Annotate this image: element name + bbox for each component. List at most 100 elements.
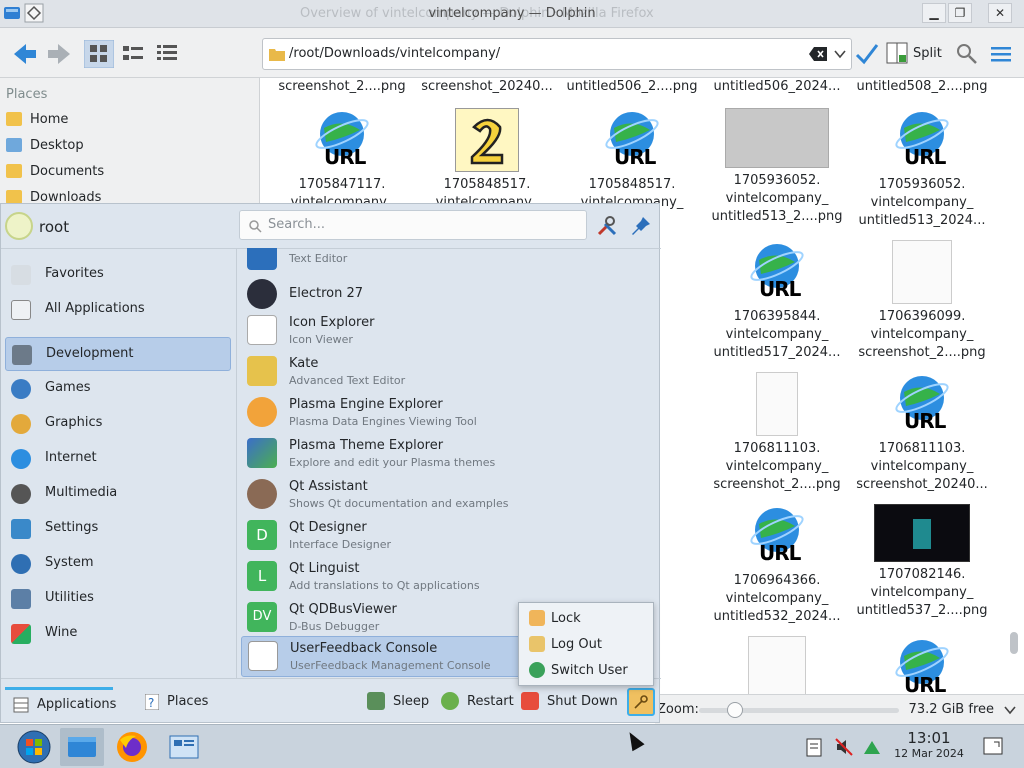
firefox-icon[interactable] — [110, 728, 154, 766]
show-desktop-icon[interactable] — [982, 735, 1004, 757]
app-electron[interactable]: Electron 27 — [241, 275, 645, 316]
file-item[interactable]: 1707082146. vintelcompany_ untitled537_2… — [852, 504, 992, 620]
chevron-down-icon[interactable] — [1004, 705, 1016, 715]
key-icon — [634, 695, 648, 709]
file-item[interactable]: URL — [852, 636, 992, 694]
category-internet[interactable]: Internet — [5, 442, 231, 476]
app-qt-assistant[interactable]: Qt Assistant Shows Qt documentation and … — [241, 475, 645, 516]
chevron-down-icon[interactable] — [833, 48, 847, 60]
minimize-icon[interactable]: ▁ — [922, 3, 946, 23]
tab-places[interactable]: ? Places — [141, 687, 221, 717]
app-kate[interactable]: Kate Advanced Text Editor — [241, 352, 645, 393]
pin-icon[interactable] — [629, 214, 653, 238]
file-name: vintelcompany_ — [870, 195, 974, 210]
app-plasma-engine-explorer[interactable]: Plasma Engine Explorer Plasma Data Engin… — [241, 393, 645, 434]
category-all-applications[interactable]: All Applications — [5, 293, 231, 327]
maximize-icon[interactable]: ❐ — [948, 3, 972, 23]
category-utilities[interactable]: Utilities — [5, 582, 231, 616]
compact-view-icon[interactable] — [120, 40, 146, 68]
status-bar: Zoom: 73.2 GiB free — [655, 694, 1024, 724]
text-file-icon — [455, 108, 519, 172]
file-item[interactable]: 1705848517. vintelcompany_ — [417, 108, 557, 212]
app-qt-designer[interactable]: D Qt Designer Interface Designer — [241, 516, 645, 557]
file-item[interactable]: untitled506_2....png — [562, 78, 702, 96]
file-item[interactable] — [707, 636, 847, 694]
file-name: untitled537_2....png — [856, 603, 988, 618]
clock[interactable]: 13:01 12 Mar 2024 — [886, 729, 972, 760]
clear-icon[interactable] — [809, 47, 827, 61]
places-item-label: Desktop — [30, 138, 84, 153]
file-manager-icon[interactable] — [60, 728, 104, 766]
sleep-button[interactable]: Sleep — [367, 689, 431, 717]
help-icon: ? — [145, 694, 159, 710]
app-name: Icon Explorer — [289, 315, 375, 330]
category-system[interactable]: System — [5, 547, 231, 581]
file-view-scrollbar[interactable] — [1010, 632, 1018, 654]
file-item[interactable]: screenshot_20240... — [417, 78, 557, 96]
location-bar[interactable]: /root/Downloads/vintelcompany/ — [262, 38, 852, 70]
category-favorites[interactable]: Favorites — [5, 258, 231, 292]
file-item[interactable]: URL 1706395844. vintelcompany_ untitled5… — [707, 240, 847, 362]
details-view-icon[interactable] — [154, 40, 180, 68]
category-label: Games — [45, 380, 91, 395]
file-name: 1705936052. — [733, 173, 821, 188]
file-item[interactable]: URL 1705847117. vintelcompany_ — [272, 108, 412, 212]
logout-icon — [529, 636, 545, 652]
app-plasma-theme-explorer[interactable]: Plasma Theme Explorer Explore and edit y… — [241, 434, 645, 475]
file-item[interactable]: screenshot_2....png — [272, 78, 412, 96]
shutdown-button[interactable]: Shut Down — [521, 689, 619, 717]
file-item[interactable]: untitled506_2024... — [707, 78, 847, 96]
back-icon[interactable] — [10, 40, 40, 68]
category-graphics[interactable]: Graphics — [5, 407, 231, 441]
switch-user-menu-item[interactable]: Switch User — [527, 658, 649, 682]
category-games[interactable]: Games — [5, 372, 231, 406]
start-menu-icon[interactable] — [12, 728, 56, 766]
icons-view-icon[interactable] — [84, 40, 114, 68]
search-icon[interactable] — [954, 40, 980, 68]
close-icon[interactable]: ✕ — [988, 3, 1012, 23]
places-item-home[interactable]: Home — [6, 108, 256, 132]
places-item-desktop[interactable]: Desktop — [6, 134, 256, 158]
configure-icon[interactable] — [595, 214, 619, 238]
file-item[interactable]: 1706396099. vintelcompany_ screenshot_2.… — [852, 240, 992, 362]
forward-icon[interactable] — [44, 40, 74, 68]
network-icon[interactable] — [862, 737, 882, 757]
image-thumbnail — [748, 636, 806, 694]
tab-applications[interactable]: Applications — [5, 687, 116, 717]
category-multimedia[interactable]: Multimedia — [5, 477, 231, 511]
category-settings[interactable]: Settings — [5, 512, 231, 546]
desktop-folder-icon — [6, 138, 22, 152]
system-settings-icon[interactable] — [162, 728, 206, 766]
file-item[interactable]: URL 1706964366. vintelcompany_ untitled5… — [707, 504, 847, 626]
divider — [236, 248, 237, 678]
file-item[interactable]: untitled508_2....png — [852, 78, 992, 96]
category-wine[interactable]: Wine — [5, 617, 231, 651]
search-input[interactable]: Search... — [239, 210, 587, 240]
image-thumbnail — [874, 504, 970, 562]
session-menu-button[interactable] — [627, 688, 655, 716]
file-item[interactable]: 1706811103. vintelcompany_ screenshot_2.… — [707, 372, 847, 494]
hamburger-menu-icon[interactable] — [988, 40, 1014, 68]
file-name: untitled508_2....png — [856, 79, 988, 94]
app-icon-explorer[interactable]: Icon Explorer Icon Viewer — [241, 311, 645, 352]
restart-button[interactable]: Restart — [441, 689, 515, 717]
logout-menu-item[interactable]: Log Out — [527, 632, 649, 656]
image-thumbnail — [892, 240, 952, 304]
checkmark-icon[interactable] — [854, 40, 880, 68]
avatar[interactable] — [5, 212, 33, 240]
app-text-editor[interactable]: Text Editor — [241, 248, 645, 277]
lock-menu-item[interactable]: Lock — [527, 606, 649, 630]
window-titlebar: Overview of vintelcompany — Dolphin · Mo… — [0, 0, 1024, 28]
category-development[interactable]: Development — [5, 337, 231, 371]
app-description: Shows Qt documentation and examples — [289, 497, 509, 510]
location-path[interactable]: /root/Downloads/vintelcompany/ — [289, 46, 500, 61]
file-item[interactable]: URL 1705936052. vintelcompany_ untitled5… — [852, 108, 992, 230]
places-item-documents[interactable]: Documents — [6, 160, 256, 184]
audio-muted-icon[interactable] — [834, 737, 854, 757]
file-item[interactable]: URL 1706811103. vintelcompany_ screensho… — [852, 372, 992, 494]
clipboard-icon[interactable] — [804, 737, 824, 757]
url-label: URL — [904, 409, 946, 433]
zoom-slider-handle[interactable] — [727, 702, 743, 718]
file-item[interactable]: 1705936052. vintelcompany_ untitled513_2… — [707, 108, 847, 226]
app-qt-linguist[interactable]: L Qt Linguist Add translations to Qt app… — [241, 557, 645, 598]
